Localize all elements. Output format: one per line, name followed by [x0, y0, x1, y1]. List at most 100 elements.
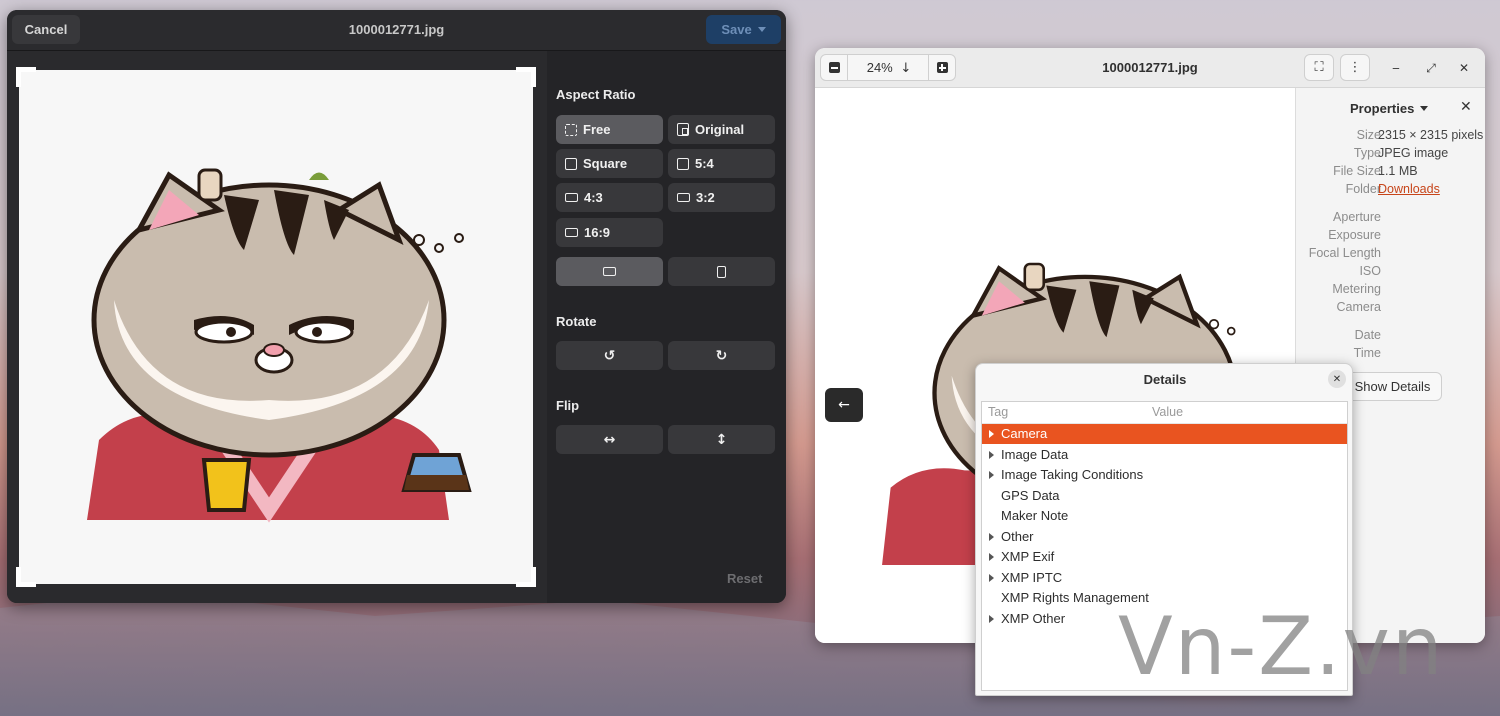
show-details-button[interactable]: Show Details [1343, 372, 1442, 401]
tree-row-image-data[interactable]: Image Data [982, 445, 1347, 465]
close-icon: ✕ [1460, 99, 1472, 115]
dashed-square-icon [565, 123, 577, 136]
close-icon: ✕ [1332, 373, 1342, 385]
details-dialog: Details ✕ Tag Value Camera Image Data Im… [975, 363, 1353, 696]
tree-row-label: XMP IPTC [1001, 570, 1063, 585]
aspect-3-2-label: 3:2 [696, 190, 715, 205]
viewer-header: 24% ↓ 1000012771.jpg ⛶ ⋮ ‒ ⤢ ✕ [815, 48, 1485, 88]
properties-title: Properties [1350, 101, 1415, 116]
aspect-original-button[interactable]: Original [668, 115, 775, 144]
rotate-left-icon: ↺ [603, 347, 616, 364]
crop-canvas [7, 51, 547, 603]
expander-icon[interactable] [989, 615, 994, 623]
property-row: Exposure [1296, 228, 1485, 246]
close-icon: ✕ [1458, 61, 1470, 75]
expander-icon[interactable] [989, 533, 994, 541]
tree-row-label: Maker Note [1001, 508, 1069, 523]
tree-row-xmp-iptc[interactable]: XMP IPTC [982, 568, 1347, 588]
aspect-5-4-button[interactable]: 5:4 [668, 149, 775, 178]
aspect-square-button[interactable]: Square [556, 149, 663, 178]
tree-row-xmp-rights-management[interactable]: XMP Rights Management [982, 588, 1347, 608]
crop-handle-top-left[interactable] [16, 67, 36, 87]
aspect-square-label: Square [583, 156, 628, 171]
property-row: Focal Length [1296, 246, 1485, 264]
rotate-left-button[interactable]: ↺ [556, 341, 663, 370]
tree-row-label: Other [1001, 529, 1034, 544]
zoom-out-button[interactable] [821, 55, 848, 80]
tree-row-label: Camera [1001, 426, 1048, 441]
close-details-button[interactable]: ✕ [1328, 370, 1346, 388]
property-value: JPEG image [1378, 146, 1449, 160]
rect-icon [677, 193, 690, 202]
property-row: Size 2315 × 2315 pixels [1296, 128, 1485, 146]
aspect-3-2-button[interactable]: 3:2 [668, 183, 775, 212]
property-key: Camera [1336, 300, 1381, 314]
save-button[interactable]: Save [706, 15, 781, 44]
editor-header: Cancel 1000012771.jpg Save [7, 10, 786, 51]
close-properties-button[interactable]: ✕ [1460, 99, 1472, 115]
expander-icon[interactable] [989, 553, 994, 561]
expander-icon[interactable] [989, 471, 994, 479]
kebab-menu-icon: ⋮ [1348, 60, 1362, 75]
property-key: Date [1354, 328, 1381, 342]
expander-icon[interactable] [989, 574, 994, 582]
maximize-button[interactable]: ⤢ [1420, 57, 1442, 79]
aspect-free-button[interactable]: Free [556, 115, 663, 144]
square-icon [565, 157, 577, 170]
fullscreen-icon: ⛶ [1314, 60, 1324, 75]
crop-handle-bottom-left[interactable] [16, 567, 36, 587]
rect-icon [565, 228, 578, 237]
aspect-free-label: Free [583, 122, 611, 137]
tree-row-label: GPS Data [1001, 488, 1060, 503]
aspect-original-label: Original [695, 122, 745, 137]
tree-row-camera[interactable]: Camera [982, 424, 1347, 444]
tree-row-image-taking-conditions[interactable]: Image Taking Conditions [982, 465, 1347, 485]
save-label: Save [721, 22, 752, 37]
column-header-value[interactable]: Value [1152, 405, 1183, 419]
original-image-icon [677, 123, 689, 136]
minimize-button[interactable]: ‒ [1385, 57, 1407, 79]
flip-horizontal-icon: ↔ [603, 431, 616, 448]
zoom-in-button[interactable] [928, 55, 955, 80]
rotate-right-button[interactable]: ↻ [668, 341, 775, 370]
orientation-landscape-button[interactable] [556, 257, 663, 286]
aspect-16-9-button[interactable]: 16:9 [556, 218, 663, 247]
tree-row-xmp-other[interactable]: XMP Other [982, 609, 1347, 629]
tree-row-other[interactable]: Other [982, 527, 1347, 547]
property-key: File Size [1333, 164, 1381, 178]
tree-row-xmp-exif[interactable]: XMP Exif [982, 547, 1347, 567]
tree-row-label: Image Taking Conditions [1001, 467, 1144, 482]
crop-handle-top-right[interactable] [516, 67, 536, 87]
flip-vertical-button[interactable]: ↕ [668, 425, 775, 454]
reset-button[interactable]: Reset [727, 571, 762, 586]
crop-handle-bottom-right[interactable] [516, 567, 536, 587]
zoom-value: 24% [866, 60, 893, 75]
rect-icon [677, 157, 689, 170]
tree-row-maker-note[interactable]: Maker Note [982, 506, 1347, 526]
aspect-4-3-button[interactable]: 4:3 [556, 183, 663, 212]
property-row: Metering [1296, 282, 1485, 300]
folder-link[interactable]: Downloads [1378, 182, 1440, 196]
expander-icon[interactable] [989, 430, 994, 438]
tree-row-gps-data[interactable]: GPS Data [982, 486, 1347, 506]
orientation-portrait-button[interactable] [668, 257, 775, 286]
flip-horizontal-button[interactable]: ↔ [556, 425, 663, 454]
rotate-title: Rotate [556, 314, 597, 329]
cancel-button[interactable]: Cancel [12, 15, 80, 44]
metadata-tree: Tag Value Camera Image Data Image Taking… [981, 401, 1348, 691]
crop-editor-window: Cancel 1000012771.jpg Save Aspect Ratio … [7, 10, 786, 603]
zoom-level[interactable]: 24% ↓ [849, 60, 929, 76]
crop-image[interactable] [16, 67, 536, 587]
properties-menu-button[interactable]: Properties [1350, 101, 1429, 116]
previous-image-button[interactable]: ← [825, 388, 863, 422]
close-window-button[interactable]: ✕ [1453, 57, 1475, 79]
property-value: 1.1 MB [1378, 164, 1418, 178]
rect-icon [565, 193, 578, 202]
property-key: Time [1353, 346, 1381, 360]
expander-icon[interactable] [989, 451, 994, 459]
column-header-tag[interactable]: Tag [988, 405, 1008, 419]
menu-button[interactable]: ⋮ [1340, 54, 1370, 81]
fullscreen-button[interactable]: ⛶ [1304, 54, 1334, 81]
flip-vertical-icon: ↕ [715, 431, 728, 448]
property-key: Metering [1332, 282, 1381, 296]
